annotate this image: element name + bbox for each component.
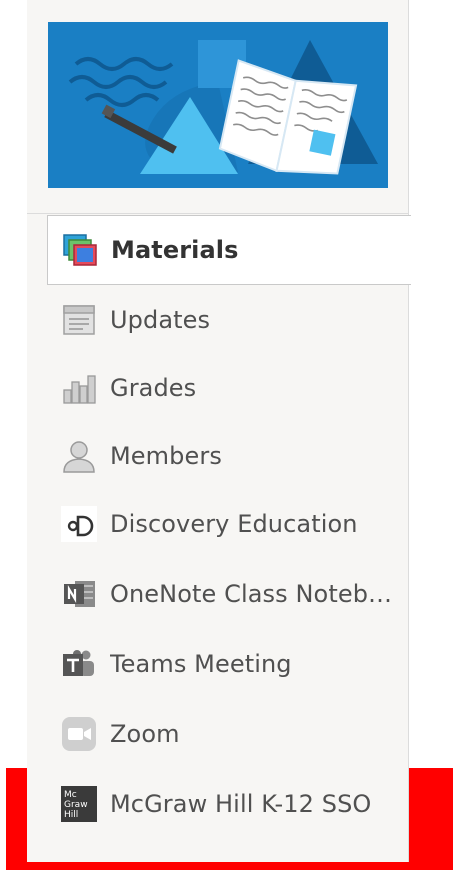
course-sidebar: Materials Updates Grades Members Discove… bbox=[27, 0, 411, 862]
mcgraw-logo-line: Graw bbox=[64, 800, 88, 810]
sidebar-item-label: Members bbox=[110, 442, 222, 470]
sidebar-item-onenote[interactable]: OneNote Class Notebo... bbox=[27, 560, 409, 628]
sidebar-item-label: McGraw Hill K-12 SSO bbox=[110, 790, 372, 818]
mcgraw-hill-icon: Mc Graw Hill bbox=[60, 785, 98, 823]
sidebar-item-label: Grades bbox=[110, 374, 197, 402]
sidebar-item-label: Materials bbox=[111, 236, 239, 264]
zoom-icon bbox=[60, 715, 98, 753]
sidebar-item-label: Discovery Education bbox=[110, 510, 358, 538]
materials-icon bbox=[61, 231, 99, 269]
sidebar-item-label: Teams Meeting bbox=[110, 650, 292, 678]
sidebar-item-label: Zoom bbox=[110, 720, 180, 748]
grades-icon bbox=[60, 369, 98, 407]
sidebar-item-mcgraw-hill[interactable]: Mc Graw Hill McGraw Hill K-12 SSO bbox=[27, 770, 409, 838]
course-banner-image bbox=[48, 22, 388, 188]
updates-icon bbox=[60, 301, 98, 339]
sidebar-item-zoom[interactable]: Zoom bbox=[27, 700, 409, 768]
discovery-education-icon bbox=[60, 505, 98, 543]
header-separator bbox=[27, 213, 409, 214]
sidebar-item-grades[interactable]: Grades bbox=[27, 354, 409, 422]
sidebar-item-updates[interactable]: Updates bbox=[27, 286, 409, 354]
sidebar-item-teams-meeting[interactable]: Teams Meeting bbox=[27, 630, 409, 698]
sidebar-item-label: Updates bbox=[110, 306, 211, 334]
members-icon bbox=[60, 437, 98, 475]
sidebar-item-label: OneNote Class Notebo... bbox=[110, 580, 395, 608]
mcgraw-logo-line: Hill bbox=[64, 810, 78, 820]
mcgraw-logo-line: Mc bbox=[64, 790, 77, 800]
teams-icon bbox=[60, 645, 98, 683]
onenote-icon bbox=[60, 575, 98, 613]
sidebar-item-members[interactable]: Members bbox=[27, 422, 409, 490]
sidebar-item-materials[interactable]: Materials bbox=[47, 215, 411, 285]
sidebar-item-discovery-education[interactable]: Discovery Education bbox=[27, 490, 409, 558]
